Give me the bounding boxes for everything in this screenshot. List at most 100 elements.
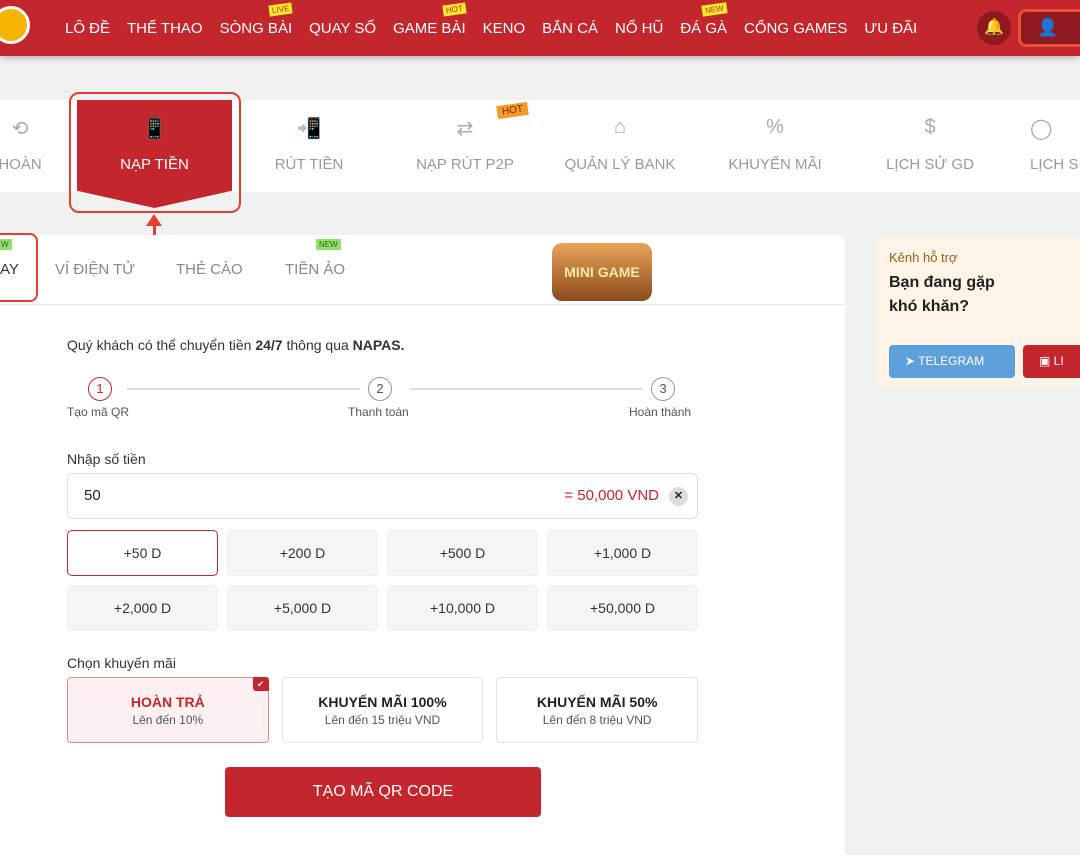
subtab-tien-ao[interactable]: TIỀN ẢO: [285, 261, 345, 278]
step-label: Tạo mã QR: [67, 405, 130, 419]
highlight-outline: [69, 92, 241, 213]
nav-da-ga[interactable]: ĐÁ GÀ NEW: [680, 1, 728, 37]
tab-label: KHUYẾN MÃI: [728, 156, 822, 173]
subtab-the-cao[interactable]: THẺ CÀO: [176, 261, 243, 278]
telegram-button[interactable]: ➤ TELEGRAM: [889, 345, 1015, 378]
minigame-logo[interactable]: MINI GAME: [552, 243, 652, 301]
step-3: 3: [651, 377, 675, 401]
p2p-icon: ⇄: [456, 118, 474, 140]
main-nav: LÔ ĐỀ THỂ THAO SÒNG BÀI LIVE QUAY SỐ GAME…: [65, 0, 917, 56]
quick-amount-button[interactable]: +2,000 D: [67, 585, 218, 631]
promo-title: HOÀN TRẢ: [130, 694, 205, 710]
support-card: Kênh hỗ trợ Bạn đang gặp khó khăn? ➤ TEL…: [876, 236, 1080, 388]
intro-text: Quý khách có thể chuyển tiền 24/7 thông …: [67, 337, 405, 353]
step-label: Thanh toán: [348, 405, 409, 419]
converted-amount: = 50,000 VND: [564, 487, 659, 504]
quick-amount-button[interactable]: +200 D: [227, 530, 378, 576]
quick-amount-button[interactable]: +5,000 D: [227, 585, 378, 631]
history-icon: $: [924, 116, 936, 138]
nav-label: THỂ THAO: [127, 19, 203, 37]
refund-icon: ⟲: [11, 118, 29, 140]
support-heading: Bạn đang gặp khó khăn?: [889, 274, 995, 315]
voucher-icon: %: [766, 116, 784, 138]
promo-100[interactable]: KHUYẾN MÃI 100% Lên đến 15 triệu VND: [281, 677, 484, 743]
quick-amount-button[interactable]: +10,000 D: [387, 585, 538, 631]
quick-amount-button[interactable]: +500 D: [387, 530, 538, 576]
tab-quan-ly-bank[interactable]: ⌂ QUẢN LÝ BANK: [555, 100, 685, 192]
new-badge: NEW: [701, 1, 728, 17]
nav-label: QUAY SỐ: [309, 19, 377, 37]
nav-label: NỔ HŨ: [615, 19, 664, 37]
subtab-vi-dien-tu[interactable]: VÍ ĐIỆN TỬ: [55, 261, 135, 278]
nav-label: ƯU ĐÃI: [864, 19, 918, 37]
logo[interactable]: [0, 6, 30, 44]
live-badge: LIVE: [268, 1, 293, 17]
subtab-label: AY: [0, 261, 19, 278]
check-icon: ✔: [252, 677, 269, 691]
create-qr-button[interactable]: TẠO MÃ QR CODE: [225, 767, 541, 817]
nav-ban-ca[interactable]: BẮN CÁ: [542, 20, 598, 37]
promo-50[interactable]: KHUYẾN MÃI 50% Lên đến 8 triệu VND: [496, 677, 698, 743]
amount-label: Nhập số tiền: [67, 451, 146, 467]
nav-keno[interactable]: KENO: [483, 20, 526, 37]
promo-sub: Lên đến 10%: [132, 713, 204, 727]
user-icon[interactable]: 👤: [1018, 9, 1080, 47]
quick-amount-button[interactable]: +1,000 D: [547, 530, 698, 576]
tab-label: RÚT TIỀN: [274, 156, 344, 173]
top-header: LÔ ĐỀ THỂ THAO SÒNG BÀI LIVE QUAY SỐ GAME…: [0, 0, 1080, 56]
step-2: 2: [368, 377, 392, 401]
nav-uu-dai[interactable]: ƯU ĐÃI: [864, 20, 917, 37]
tab-label: QUẢN LÝ BANK: [564, 156, 676, 173]
tab-label: NẠP RÚT P2P: [416, 156, 514, 173]
promo-sub: Lên đến 8 triệu VND: [542, 713, 652, 727]
promo-label: Chọn khuyến mãi: [67, 655, 176, 671]
promo-title: KHUYẾN MÃI 50%: [536, 694, 658, 710]
nav-quay-so[interactable]: QUAY SỐ: [309, 20, 376, 37]
divider: [0, 304, 845, 305]
deposit-card: AY W VÍ ĐIỆN TỬ THẺ CÀO TIỀN ẢO NEW MINI…: [0, 233, 845, 855]
new-badge: W: [0, 239, 12, 250]
telegram-label: TELEGRAM: [918, 354, 985, 368]
amount-input[interactable]: 50 = 50,000 VND ✕: [67, 473, 698, 519]
nav-label: BẮN CÁ: [542, 19, 598, 37]
withdraw-icon: 📲: [296, 118, 322, 140]
history-icon: ◯: [1030, 118, 1053, 140]
chat-icon: ▣: [1039, 354, 1054, 368]
tab-label: HOÀN: [0, 156, 42, 173]
promo-sub: Lên đến 15 triệu VND: [324, 713, 441, 727]
tab-label: LỊCH S: [1030, 156, 1079, 173]
hot-badge: HOT: [442, 1, 467, 17]
nav-song-bai[interactable]: SÒNG BÀI LIVE: [219, 1, 293, 37]
step-connector: [127, 388, 360, 390]
step-1: 1: [88, 377, 112, 401]
clear-icon[interactable]: ✕: [669, 487, 688, 506]
nav-cong-games[interactable]: CỔNG GAMES: [744, 20, 847, 37]
amount-value: 50: [84, 487, 101, 504]
quick-amount-button[interactable]: +50 D: [67, 530, 218, 576]
promo-options: ✔ HOÀN TRẢ Lên đến 10% KHUYẾN MÃI 100% Lên …: [67, 677, 698, 743]
nav-label: GAME BÀI: [393, 19, 466, 37]
new-badge: NEW: [316, 239, 341, 250]
tab-rut-tien[interactable]: 📲 RÚT TIỀN: [250, 100, 368, 192]
telegram-icon: ➤: [905, 354, 919, 368]
nav-label: ĐÁ GÀ: [680, 19, 728, 37]
nav-label: KENO: [482, 19, 526, 37]
nav-lo-de[interactable]: LÔ ĐỀ: [65, 20, 110, 37]
nav-label: CỔNG GAMES: [744, 19, 848, 37]
tab-lich-su[interactable]: ◯ LỊCH S: [1030, 100, 1080, 192]
step-label: Hoàn thành: [629, 405, 692, 419]
nav-game-bai[interactable]: GAME BÀI HOT: [393, 1, 467, 37]
tab-lich-su-gd[interactable]: $ LỊCH SỬ GD: [870, 100, 990, 192]
bell-icon[interactable]: 🔔: [977, 11, 1011, 45]
tab-label: LỊCH SỬ GD: [886, 156, 974, 173]
tab-khuyen-mai[interactable]: % KHUYẾN MÃI: [715, 100, 835, 192]
nav-label: SÒNG BÀI: [219, 19, 293, 37]
promo-hoan-tra[interactable]: ✔ HOÀN TRẢ Lên đến 10%: [67, 677, 269, 743]
live-chat-button[interactable]: ▣ LI: [1023, 345, 1080, 378]
quick-amount-button[interactable]: +50,000 D: [547, 585, 698, 631]
nav-no-hu[interactable]: NỔ HŨ: [615, 20, 663, 37]
step-connector: [410, 388, 643, 390]
tab-hoan[interactable]: ⟲ HOÀN: [0, 100, 60, 192]
nav-the-thao[interactable]: THỂ THAO: [127, 20, 203, 37]
live-label: LI: [1053, 354, 1064, 368]
